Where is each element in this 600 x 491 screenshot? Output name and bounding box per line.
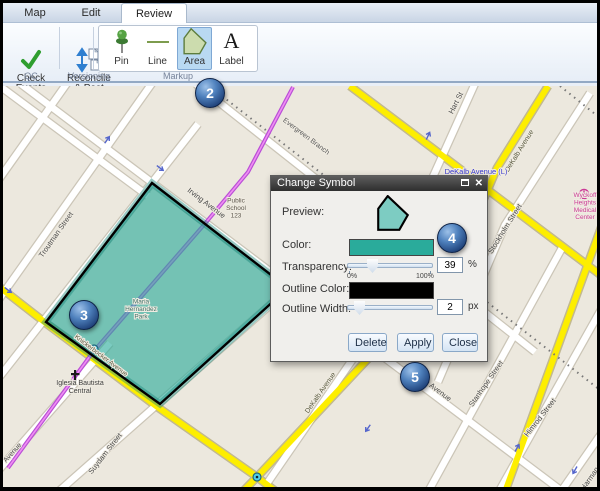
tab-map[interactable]: Map — [9, 3, 61, 23]
maximize-icon[interactable] — [461, 179, 469, 186]
tab-edit[interactable]: Edit — [63, 3, 119, 23]
color-label: Color: — [282, 239, 311, 251]
outline-width-label: Outline Width: — [282, 303, 351, 315]
delete-button[interactable]: Delete — [348, 333, 387, 352]
line-tool-button[interactable]: Line — [140, 27, 175, 70]
line-tool-label: Line — [148, 56, 167, 67]
callout-badge-2: 2 — [195, 78, 225, 108]
callout-badge-3: 3 — [69, 300, 99, 330]
pin-tool-button[interactable]: Pin — [104, 27, 139, 70]
outline-color-swatch[interactable] — [349, 282, 434, 299]
ribbon-body: Check Events QC Reconcile & Post Version… — [3, 23, 597, 83]
transparency-label: Transparency: — [282, 261, 352, 273]
outline-width-slider[interactable] — [347, 305, 433, 310]
label-tool-button[interactable]: A Label — [214, 27, 249, 70]
outline-color-label: Outline Color: — [282, 283, 349, 295]
group-label-markup: Markup — [98, 71, 258, 81]
check-icon — [5, 36, 57, 62]
pushpin-icon — [105, 28, 138, 56]
transparency-value-input[interactable] — [437, 257, 463, 273]
fill-color-swatch[interactable] — [349, 239, 434, 256]
app-area: Map Edit Review Check Events QC Reconcil… — [3, 3, 597, 487]
close-icon[interactable]: ✕ — [475, 176, 483, 191]
dialog-title: Change Symbol — [277, 177, 355, 189]
application-window: Map Edit Review Check Events QC Reconcil… — [0, 0, 600, 491]
check-events-button[interactable]: Check Events — [5, 25, 57, 95]
symbol-preview — [374, 195, 412, 233]
ribbon-tab-bar: Map Edit Review — [3, 3, 597, 23]
outline-width-value-input[interactable] — [437, 299, 463, 315]
callout-badge-5: 5 — [400, 362, 430, 392]
pin-tool-label: Pin — [114, 56, 128, 67]
outline-width-unit-label: px — [468, 301, 479, 312]
transparency-slider[interactable] — [347, 263, 433, 268]
area-polygon-icon — [178, 28, 211, 56]
transparency-slider-thumb[interactable] — [367, 259, 378, 273]
markup-tool-group: Pin Line Area A Label — [98, 25, 258, 72]
group-divider — [59, 27, 60, 69]
transparency-unit-label: % — [468, 259, 477, 270]
map-label: WyckoffHeightsMedicalCenter — [574, 192, 597, 221]
area-tool-label: Area — [184, 56, 205, 67]
close-button[interactable]: Close — [442, 333, 478, 352]
group-label-qc: QC — [5, 71, 57, 81]
callout-badge-4: 4 — [437, 223, 467, 253]
change-symbol-dialog: Change Symbol ✕ Preview: Color: Transpar… — [270, 175, 488, 362]
line-icon — [141, 28, 174, 56]
apply-button[interactable]: Apply — [397, 333, 434, 352]
preview-label: Preview: — [282, 206, 324, 218]
group-divider — [93, 27, 94, 69]
slider-min-label: 0% — [347, 273, 357, 280]
outline-width-slider-thumb[interactable] — [354, 301, 365, 315]
area-tool-button[interactable]: Area — [177, 27, 212, 70]
label-tool-label: Label — [219, 56, 243, 67]
slider-max-label: 100% — [416, 273, 434, 280]
tab-review[interactable]: Review — [121, 3, 187, 23]
label-a-icon: A — [215, 28, 248, 56]
dialog-title-bar[interactable]: Change Symbol ✕ — [271, 176, 487, 191]
